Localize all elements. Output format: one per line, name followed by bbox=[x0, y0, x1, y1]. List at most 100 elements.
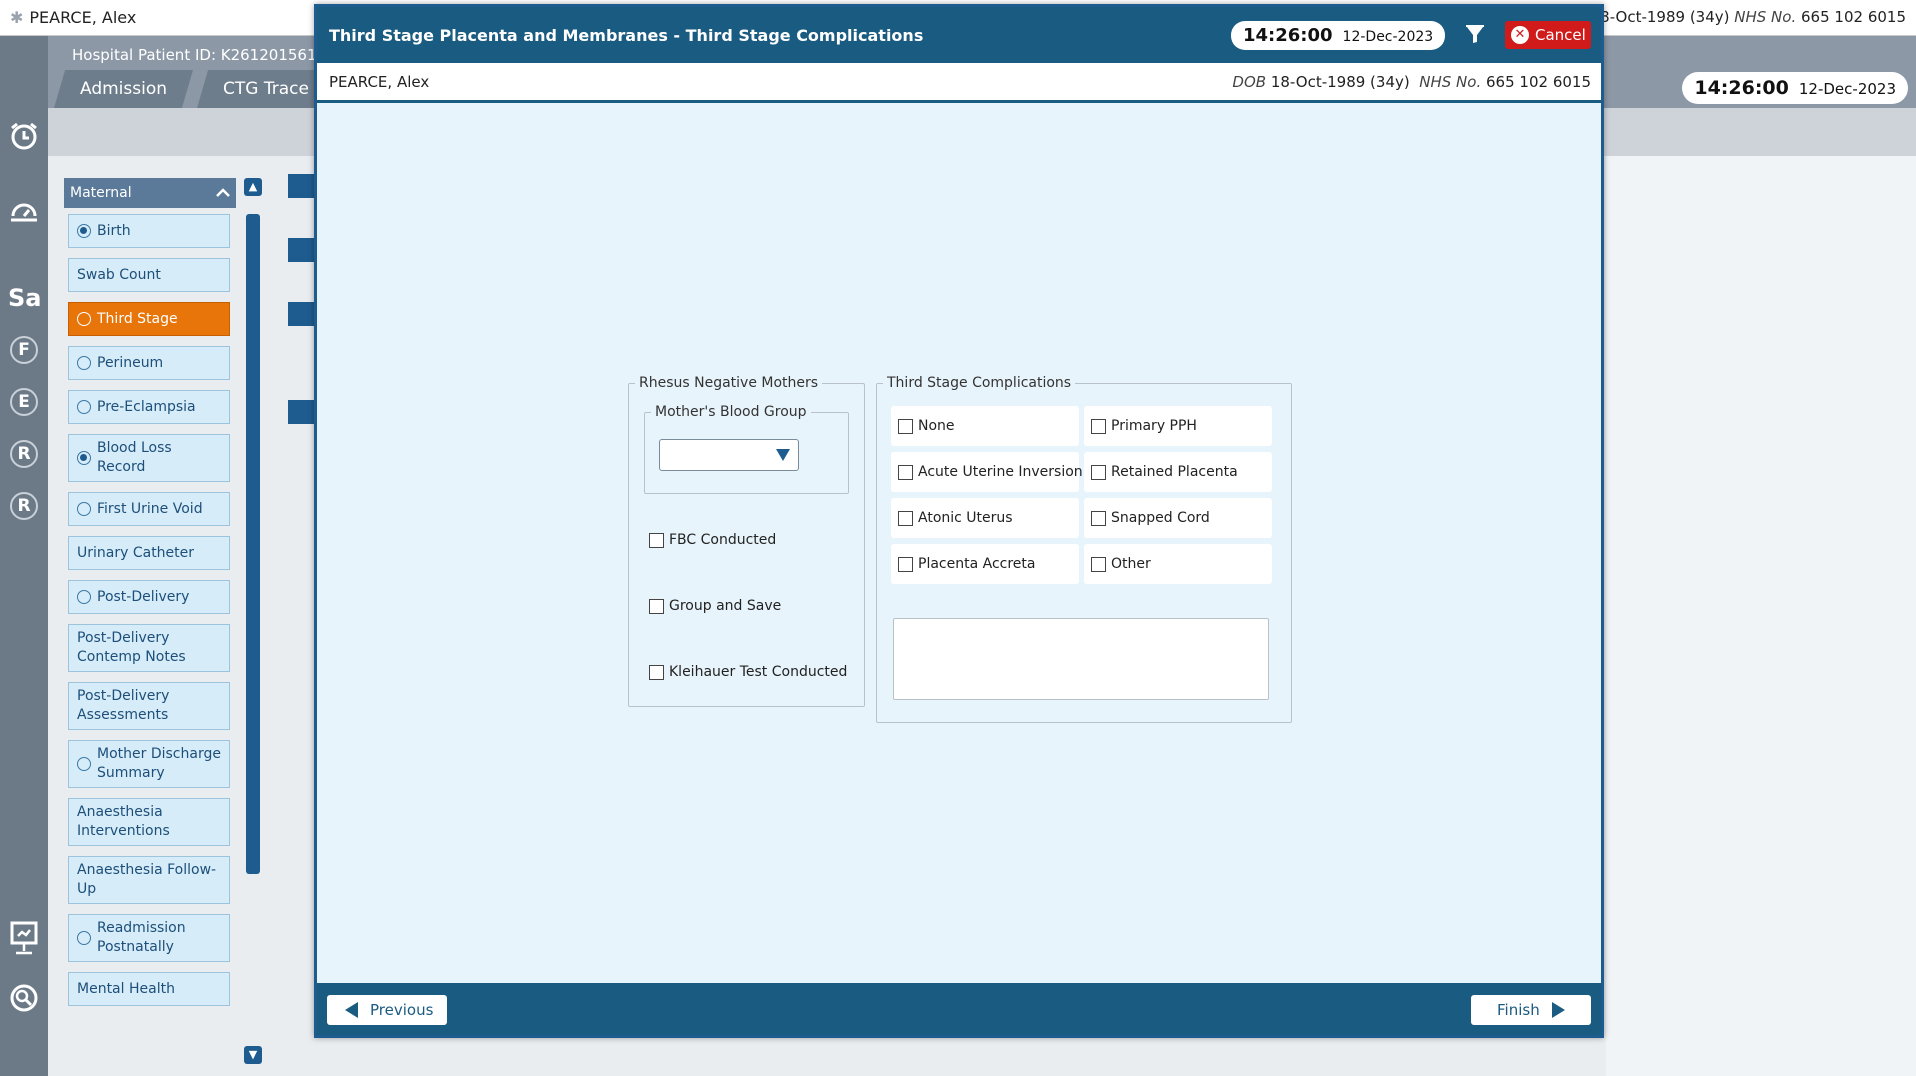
rail-shortcut-sa[interactable]: Sa bbox=[8, 284, 41, 312]
close-icon: ✕ bbox=[1511, 26, 1529, 44]
nav-item-label: Readmission Postnatally bbox=[97, 920, 186, 955]
dialog-clock[interactable]: 14:26:00 12-Dec-2023 bbox=[1231, 21, 1446, 50]
checkbox-box[interactable] bbox=[1091, 464, 1106, 480]
dialog-footer: Previous Finish bbox=[317, 983, 1601, 1035]
dialog-title-bar: Third Stage Placenta and Membranes - Thi… bbox=[317, 7, 1601, 63]
checkbox-box[interactable] bbox=[1091, 556, 1106, 572]
nav-item[interactable]: Urinary Catheter bbox=[68, 536, 230, 570]
scroll-up-icon[interactable]: ▲ bbox=[244, 178, 262, 196]
rail-shortcut-f[interactable]: F bbox=[10, 336, 38, 364]
status-radio-icon bbox=[77, 400, 91, 414]
nav-item[interactable]: Post-Delivery Assessments bbox=[68, 682, 230, 730]
kleihauer-test-checkbox[interactable]: Kleihauer Test Conducted bbox=[649, 664, 847, 680]
complications-notes-textarea[interactable] bbox=[893, 618, 1269, 700]
complication-retained-placenta-checkbox[interactable]: Retained Placenta bbox=[1091, 464, 1238, 480]
nav-item[interactable]: Anaesthesia Follow-Up bbox=[68, 856, 230, 904]
complication-none-checkbox[interactable]: None bbox=[898, 418, 955, 434]
dropdown-arrow-icon bbox=[776, 449, 790, 461]
header-clock[interactable]: 14:26:00 12-Dec-2023 bbox=[1682, 72, 1908, 104]
alarm-clock-icon[interactable] bbox=[8, 120, 40, 152]
nav-item-label: Pre-Eclampsia bbox=[97, 398, 196, 415]
finish-button[interactable]: Finish bbox=[1471, 995, 1591, 1025]
complication-tile[interactable]: None bbox=[891, 406, 1079, 446]
status-radio-icon bbox=[77, 590, 91, 604]
complication-tile[interactable]: Acute Uterine Inversion bbox=[891, 452, 1083, 492]
checkbox-box[interactable] bbox=[1091, 510, 1106, 526]
complication-atonic-uterus-checkbox[interactable]: Atonic Uterus bbox=[898, 510, 1013, 526]
history-clock-icon[interactable] bbox=[8, 196, 40, 228]
nav-item[interactable]: Swab Count bbox=[68, 258, 230, 292]
rail-shortcut-r2[interactable]: R bbox=[10, 492, 38, 520]
complication-primary-pph-checkbox[interactable]: Primary PPH bbox=[1091, 418, 1197, 434]
nav-item-label: Post-Delivery Contemp Notes bbox=[77, 630, 186, 665]
arrow-left-icon bbox=[345, 1002, 358, 1018]
nav-item[interactable]: Pre-Eclampsia bbox=[68, 390, 230, 424]
filter-icon[interactable] bbox=[1465, 25, 1485, 45]
nav-item[interactable]: Perineum bbox=[68, 346, 230, 380]
nav-item[interactable]: Post-Delivery Contemp Notes bbox=[68, 624, 230, 672]
checkbox-box[interactable] bbox=[898, 556, 913, 572]
nav-item[interactable]: Third Stage bbox=[68, 302, 230, 336]
checkbox-box[interactable] bbox=[1091, 418, 1106, 434]
nav-item-label: Swab Count bbox=[77, 266, 161, 283]
right-pane bbox=[1606, 156, 1916, 1076]
rail-shortcut-r1[interactable]: R bbox=[10, 440, 38, 468]
complication-tile[interactable]: Atonic Uterus bbox=[891, 498, 1079, 538]
nav-item[interactable]: Blood Loss Record bbox=[68, 434, 230, 482]
rail-shortcut-e[interactable]: E bbox=[10, 388, 38, 416]
nav-item[interactable]: Birth bbox=[68, 214, 230, 248]
nav-item[interactable]: First Urine Void bbox=[68, 492, 230, 526]
checkbox-box[interactable] bbox=[649, 664, 664, 680]
checkbox-box[interactable] bbox=[898, 418, 913, 434]
complication-tile[interactable]: Retained Placenta bbox=[1084, 452, 1272, 492]
scroll-thumb[interactable] bbox=[246, 214, 260, 874]
previous-button[interactable]: Previous bbox=[327, 995, 447, 1025]
hospital-patient-id: Hospital Patient ID: K261201561, De bbox=[72, 46, 347, 64]
patient-demographics: 18-Oct-1989 (34y) NHS No. 665 102 6015 bbox=[1590, 8, 1906, 26]
maternal-nav: Maternal Birth Swab Count Third Stage Perin… bbox=[64, 178, 236, 1066]
nav-item[interactable]: Post-Delivery bbox=[68, 580, 230, 614]
complication-snapped-cord-checkbox[interactable]: Snapped Cord bbox=[1091, 510, 1210, 526]
fbc-conducted-checkbox[interactable]: FBC Conducted bbox=[649, 532, 776, 548]
search-icon[interactable] bbox=[8, 982, 40, 1014]
status-radio-icon bbox=[77, 451, 91, 465]
complication-acute-uterine-inversion-checkbox[interactable]: Acute Uterine Inversion bbox=[898, 464, 1083, 480]
favourite-star-icon[interactable]: ✱ bbox=[10, 8, 23, 27]
status-radio-icon bbox=[77, 356, 91, 370]
nav-item[interactable]: Mother Discharge Summary bbox=[68, 740, 230, 788]
scroll-down-icon[interactable]: ▼ bbox=[244, 1046, 262, 1064]
blood-group-select[interactable] bbox=[659, 439, 799, 471]
dialog-title: Third Stage Placenta and Membranes - Thi… bbox=[329, 26, 924, 45]
complication-tile[interactable]: Snapped Cord bbox=[1084, 498, 1272, 538]
nav-item-label: Post-Delivery bbox=[97, 588, 190, 605]
nav-item-label: Perineum bbox=[97, 354, 164, 371]
complication-tile[interactable]: Other bbox=[1084, 544, 1272, 584]
chevron-up-icon[interactable] bbox=[216, 185, 230, 201]
nav-item[interactable]: Mental Health bbox=[68, 972, 230, 1006]
third-stage-complications-group: Third Stage Complications None Primary P… bbox=[876, 375, 1292, 723]
checkbox-box[interactable] bbox=[898, 510, 913, 526]
nav-item[interactable]: Anaesthesia Interventions bbox=[68, 798, 230, 846]
status-radio-icon bbox=[77, 757, 91, 771]
app-tabs: Admission CTG Trace bbox=[54, 70, 339, 108]
nav-item[interactable]: Readmission Postnatally bbox=[68, 914, 230, 962]
checkbox-box[interactable] bbox=[898, 464, 913, 480]
complication-tile[interactable]: Placenta Accreta bbox=[891, 544, 1079, 584]
nav-item-label: Post-Delivery Assessments bbox=[77, 688, 170, 723]
checkbox-box[interactable] bbox=[649, 598, 664, 614]
dialog-patient-name: PEARCE, Alex bbox=[329, 73, 430, 91]
complication-placenta-accreta-checkbox[interactable]: Placenta Accreta bbox=[898, 556, 1035, 572]
status-radio-icon bbox=[77, 502, 91, 516]
complication-other-checkbox[interactable]: Other bbox=[1091, 556, 1151, 572]
left-rail: Sa F E R R bbox=[0, 36, 48, 1076]
dialog-patient-banner: PEARCE, Alex DOB 18-Oct-1989 (34y) NHS N… bbox=[317, 63, 1601, 103]
nav-item-label: First Urine Void bbox=[97, 500, 203, 517]
tab-admission[interactable]: Admission bbox=[54, 70, 194, 108]
presentation-board-icon[interactable] bbox=[8, 920, 40, 955]
nav-scrollbar[interactable]: ▲ ▼ bbox=[242, 178, 264, 1064]
checkbox-box[interactable] bbox=[649, 532, 664, 548]
nav-section-header[interactable]: Maternal bbox=[64, 178, 236, 208]
complication-tile[interactable]: Primary PPH bbox=[1084, 406, 1272, 446]
cancel-button[interactable]: ✕ Cancel bbox=[1505, 21, 1591, 49]
group-and-save-checkbox[interactable]: Group and Save bbox=[649, 598, 781, 614]
